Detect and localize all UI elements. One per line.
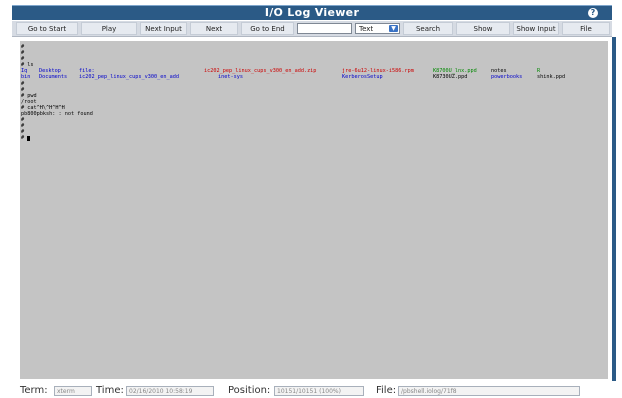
position-label: Position:	[228, 385, 271, 396]
title-bar: I/O Log Viewer ?	[12, 5, 612, 20]
ls-entry: shink.ppd	[537, 74, 566, 80]
terminal-cursor	[27, 136, 30, 141]
show-input-button[interactable]: Show Input	[513, 22, 559, 35]
ls-entry: ic202_pep_linux_cups_v300_en_add	[79, 74, 179, 80]
file-value: /pbshell.iolog/71f8	[398, 386, 580, 396]
term-value: xterm	[54, 386, 92, 396]
terminal-output: # # # # ls Iq Desktop file: ic202_pep_li…	[20, 41, 608, 379]
scrollbar[interactable]	[612, 37, 616, 381]
show-variables-button[interactable]: Show Variables	[456, 22, 510, 46]
ls-entry: KerberosSetup	[342, 74, 383, 80]
search-button[interactable]: Search	[403, 22, 453, 35]
file-selection-button[interactable]: File Selection	[562, 22, 610, 46]
next-input-button[interactable]: Next Input	[140, 22, 187, 35]
play-button[interactable]: Play	[81, 22, 137, 35]
ls-entry: powerbooks	[491, 74, 523, 80]
time-value: 02/16/2010 10:58:19	[126, 386, 214, 396]
terminal-line: pb800pbksh: : not found	[21, 111, 93, 117]
position-value: 10151/10151 (100%)	[274, 386, 364, 396]
help-icon[interactable]: ?	[588, 8, 598, 18]
ls-entry: Documents	[39, 74, 68, 80]
search-input[interactable]	[297, 23, 352, 34]
search-mode-value: Text	[359, 25, 374, 33]
ls-entry: K8730UZ.ppd	[433, 74, 468, 80]
status-bar: Term: xterm Time: 02/16/2010 10:58:19 Po…	[20, 385, 620, 397]
window-title: I/O Log Viewer	[264, 6, 360, 19]
search-mode-select[interactable]: Text ▼	[355, 23, 400, 34]
next-newline-button[interactable]: Next Newline	[190, 22, 238, 46]
go-to-start-button[interactable]: Go to Start	[16, 22, 78, 35]
toolbar: Go to Start Play Next Input Next Newline…	[12, 21, 612, 46]
ls-entry: bin	[21, 74, 31, 80]
ls-entry: inet-sys	[218, 74, 243, 80]
term-label: Term:	[20, 385, 48, 396]
chevron-down-icon: ▼	[389, 25, 398, 32]
go-to-end-button[interactable]: Go to End	[241, 22, 294, 35]
file-label: File:	[376, 385, 397, 396]
time-label: Time:	[96, 385, 124, 396]
